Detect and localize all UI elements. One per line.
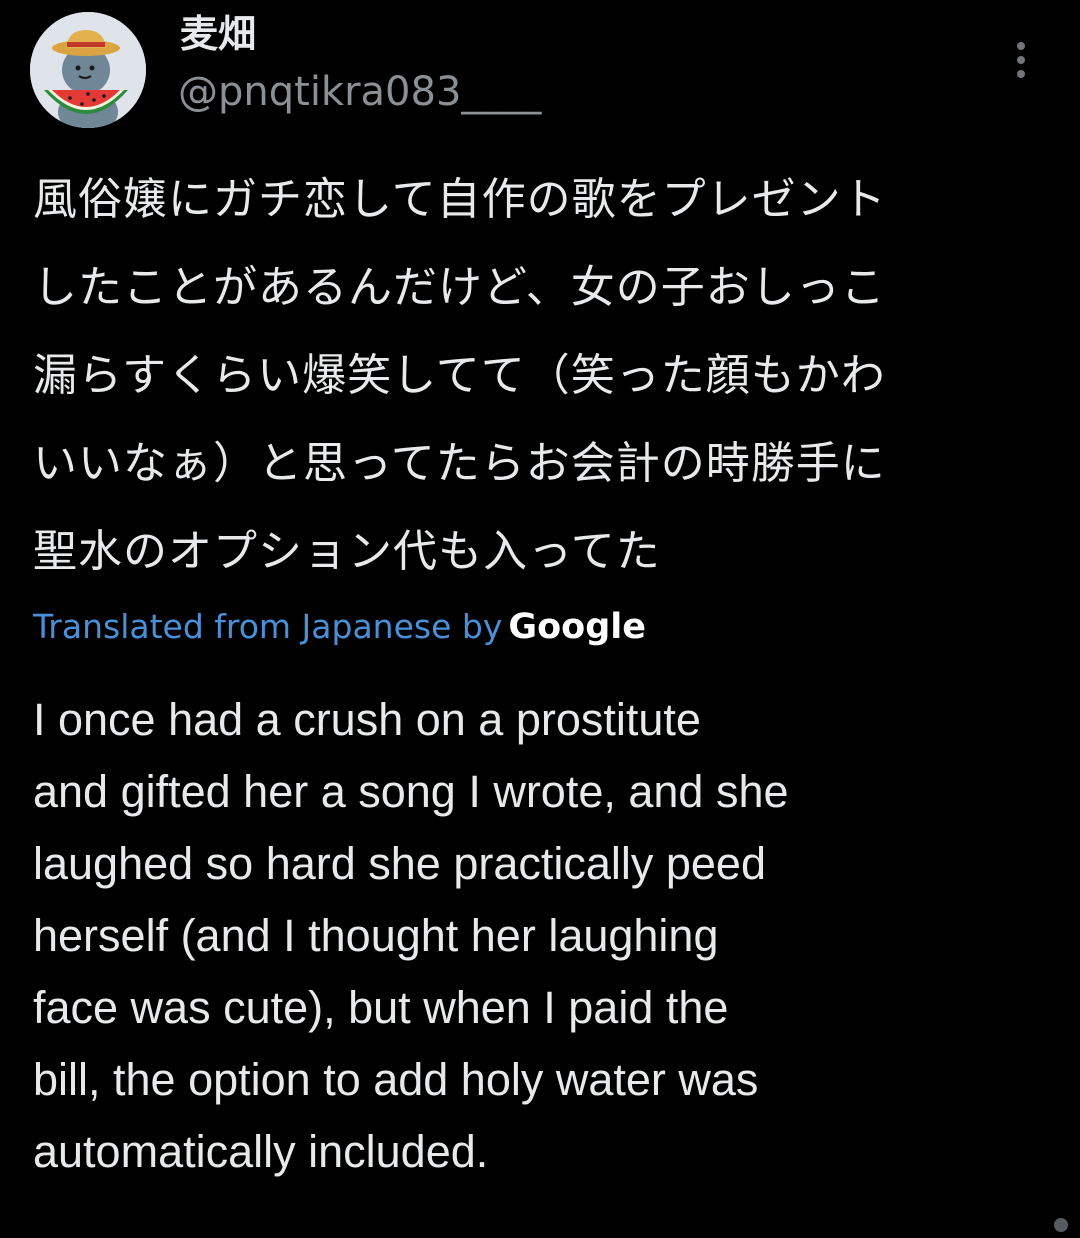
display-name[interactable]: 麦畑 <box>180 13 256 56</box>
translation-attribution: Translated from Japanese by Google <box>33 606 646 648</box>
google-logo: Google <box>508 607 646 647</box>
avatar-straw-hat-watermelon-icon <box>30 12 146 128</box>
tweet-original-text: 風俗嬢にガチ恋して自作の歌をプレゼント したことがあるんだけど、女の子おしっこ … <box>33 174 887 577</box>
translation-link[interactable]: Translated from Japanese by <box>33 607 502 646</box>
watermark-icon <box>1054 1218 1068 1232</box>
more-vertical-icon[interactable] <box>1004 40 1038 80</box>
avatar[interactable] <box>30 12 146 128</box>
user-handle[interactable]: @pnqtikra083____ <box>178 70 541 114</box>
tweet-translated-text: I once had a crush on a prostitute and g… <box>33 694 789 1177</box>
tweet-card: 麦畑 @pnqtikra083____ 風俗嬢にガチ恋して自作の歌をプレゼント … <box>0 0 1080 1238</box>
